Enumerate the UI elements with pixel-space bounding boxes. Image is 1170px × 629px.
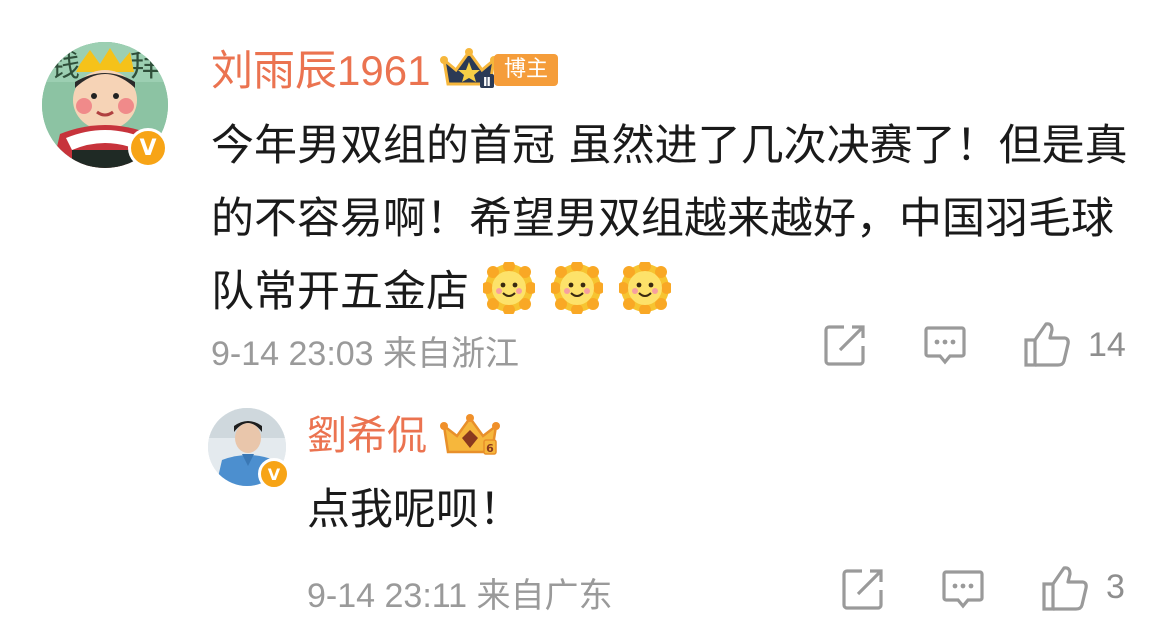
like-count: 3 (1106, 568, 1125, 606)
crown-level-icon: 6 (440, 414, 500, 455)
like-count: 14 (1088, 326, 1126, 364)
svg-text:拜: 拜 (130, 49, 160, 84)
svg-text:Ⅱ: Ⅱ (483, 75, 491, 89)
svg-text:钱: 钱 (50, 49, 80, 84)
sun-smile-icon (482, 262, 535, 314)
comment-icon[interactable] (922, 322, 968, 368)
crown-level-icon: Ⅱ (440, 48, 498, 89)
verified-badge-icon: V (258, 458, 290, 490)
reply-meta: 9-14 23:11 来自广东 (307, 577, 613, 615)
like-icon[interactable] (1040, 564, 1090, 612)
blogger-badge: 博主 (494, 54, 559, 86)
comment-text: 今年男双组的首冠 虽然进了几次决赛了！但是真的不容易啊！希望男双组越来越好，中国… (211, 110, 1151, 329)
comment-meta: 9-14 23:03 来自浙江 (211, 335, 520, 373)
like-icon[interactable] (1022, 320, 1072, 368)
verified-badge-icon: V (128, 128, 168, 168)
reply-text: 点我呢呗！ (307, 485, 522, 535)
comment-icon[interactable] (940, 566, 986, 612)
comment-username[interactable]: 刘雨辰1961 (211, 50, 430, 92)
reply-username[interactable]: 劉希侃 (307, 416, 427, 456)
sun-smile-icon (550, 262, 603, 314)
svg-text:6: 6 (486, 442, 494, 455)
share-icon[interactable] (822, 322, 868, 368)
share-icon[interactable] (840, 566, 886, 612)
sun-smile-icon (618, 262, 671, 314)
